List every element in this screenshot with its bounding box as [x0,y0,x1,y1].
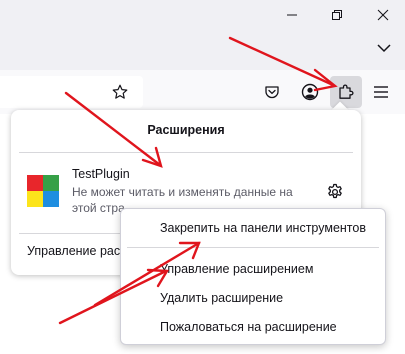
extension-context-menu: Закрепить на панели инструментов Управле… [120,208,386,345]
manage-extensions-link[interactable]: Управление расш [27,244,130,258]
url-bar[interactable] [0,76,143,108]
close-button[interactable] [361,0,405,30]
logo-yellow-square [27,191,43,207]
extensions-button[interactable] [330,76,362,108]
logo-red-square [27,175,43,191]
bookmark-star-button[interactable] [108,80,132,104]
app-menu-button[interactable] [365,76,397,108]
title-bar [0,0,405,70]
chevron-down-icon [377,44,391,53]
account-icon [301,83,319,101]
hamburger-menu-icon [374,86,388,98]
logo-green-square [43,175,59,191]
list-all-tabs-button[interactable] [372,36,396,60]
account-button[interactable] [294,76,326,108]
extensions-puzzle-icon [339,84,354,99]
extension-logo-icon[interactable] [27,175,59,207]
minimize-icon [287,14,297,16]
extension-name[interactable]: TestPlugin [72,167,130,181]
pocket-button[interactable] [256,76,288,108]
panel-title: Расширения [147,123,225,137]
pocket-icon [265,86,279,99]
logo-blue-square [43,191,59,207]
context-menu-separator [127,247,379,248]
close-icon [377,9,389,21]
report-extension-item[interactable]: Пожаловаться на расширение [160,320,337,334]
restore-button[interactable] [315,0,359,30]
remove-extension-item[interactable]: Удалить расширение [160,291,283,305]
panel-divider [19,152,353,153]
pin-to-toolbar-item[interactable]: Закрепить на панели инструментов [160,221,366,235]
bookmark-star-icon [112,84,128,99]
manage-extension-item[interactable]: Управление расширением [160,262,313,276]
extension-settings-button[interactable] [323,180,347,204]
extension-description-line1: Не может читать и изменять данные на [72,185,293,199]
gear-icon [328,183,342,199]
restore-icon [332,10,342,20]
minimize-button[interactable] [270,0,314,30]
